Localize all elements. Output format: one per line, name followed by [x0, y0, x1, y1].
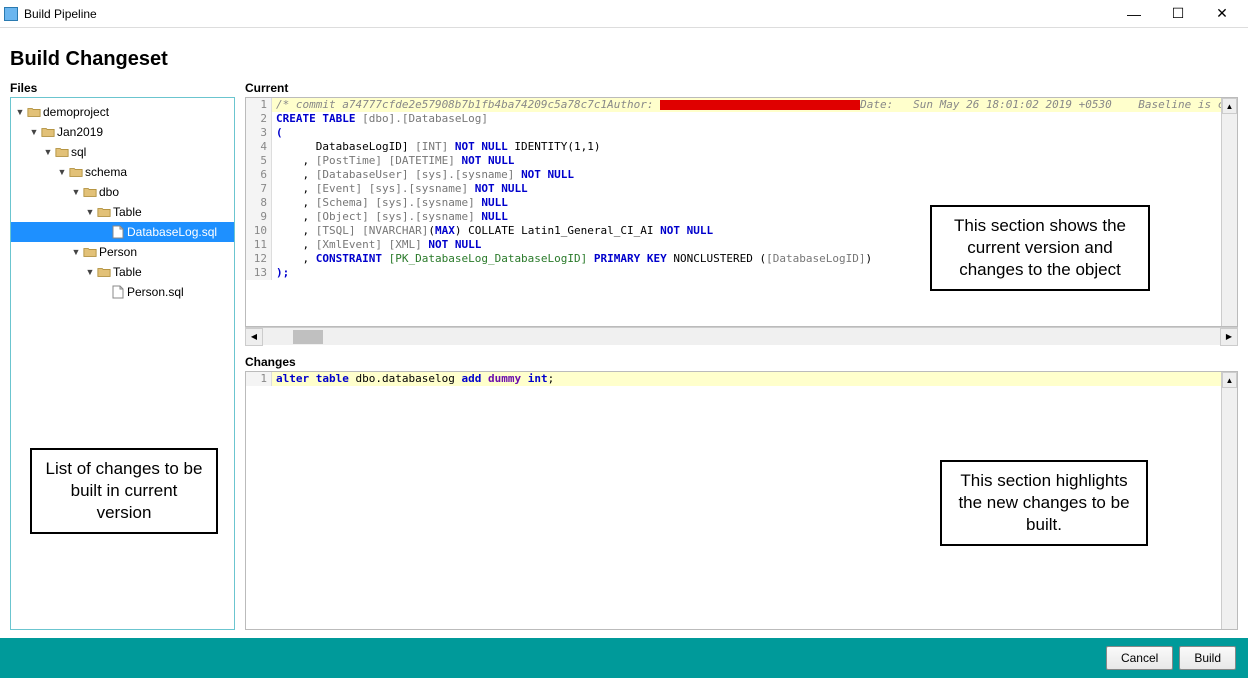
tree-folder[interactable]: ▼ Table	[11, 262, 234, 282]
folder-icon	[95, 206, 113, 218]
annotation-changes: This section highlights the new changes …	[940, 460, 1148, 546]
main-area: Files ▼ demoproject ▼ Jan2019 ▼ sql ▼ schema ▼ db…	[0, 81, 1248, 638]
current-label: Current	[245, 81, 1238, 95]
scroll-up-icon[interactable]: ▲	[1222, 98, 1237, 114]
chevron-down-icon[interactable]: ▼	[85, 207, 95, 217]
folder-icon	[81, 186, 99, 198]
current-scroll-h[interactable]: ◀ ▶	[245, 327, 1238, 345]
tree-label: dbo	[99, 185, 119, 199]
cancel-button[interactable]: Cancel	[1106, 646, 1173, 670]
tree-label: demoproject	[43, 105, 109, 119]
code-line[interactable]: CREATE TABLE [dbo].[DatabaseLog]	[272, 112, 1237, 126]
scroll-right-icon[interactable]: ▶	[1220, 328, 1238, 346]
chevron-down-icon[interactable]: ▼	[43, 147, 53, 157]
code-line[interactable]: (	[272, 126, 1237, 140]
file-icon	[109, 225, 127, 239]
chevron-down-icon[interactable]: ▼	[29, 127, 39, 137]
tree-label: Person.sql	[127, 285, 184, 299]
current-scroll-v[interactable]: ▲	[1221, 98, 1237, 326]
tree-folder[interactable]: ▼ Jan2019	[11, 122, 234, 142]
code-line[interactable]: /* commit a74777cfde2e57908b7b1fb4ba7420…	[272, 98, 1237, 112]
chevron-down-icon[interactable]: ▼	[71, 247, 81, 257]
code-line[interactable]: , [DatabaseUser] [sys].[sysname] NOT NUL…	[272, 168, 1237, 182]
code-line[interactable]: , [PostTime] [DATETIME] NOT NULL	[272, 154, 1237, 168]
tree-folder[interactable]: ▼ Table	[11, 202, 234, 222]
tree-folder[interactable]: ▼ dbo	[11, 182, 234, 202]
folder-icon	[67, 166, 85, 178]
scroll-left-icon[interactable]: ◀	[245, 328, 263, 346]
annotation-current: This section shows the current version a…	[930, 205, 1150, 291]
tree-label: Table	[113, 205, 142, 219]
changes-scroll-v[interactable]: ▲	[1221, 372, 1237, 629]
chevron-down-icon[interactable]: ▼	[85, 267, 95, 277]
tree-file[interactable]: Person.sql	[11, 282, 234, 302]
tree-label: schema	[85, 165, 127, 179]
folder-icon	[95, 266, 113, 278]
changes-gutter: 1	[246, 372, 272, 386]
app-icon	[4, 7, 18, 21]
tree-label: DatabaseLog.sql	[127, 225, 217, 239]
tree-label: Jan2019	[57, 125, 103, 139]
tree-label: sql	[71, 145, 86, 159]
chevron-down-icon[interactable]: ▼	[71, 187, 81, 197]
scroll-thumb[interactable]	[293, 330, 323, 344]
minimize-button[interactable]: —	[1112, 0, 1156, 28]
folder-icon	[81, 246, 99, 258]
code-area: Current 12345678910111213 /* commit a747…	[245, 81, 1238, 630]
tree-label: Table	[113, 265, 142, 279]
folder-icon	[39, 126, 57, 138]
tree-folder[interactable]: ▼ demoproject	[11, 102, 234, 122]
close-button[interactable]: ✕	[1200, 0, 1244, 28]
code-line[interactable]: DatabaseLogID] [INT] NOT NULL IDENTITY(1…	[272, 140, 1237, 154]
chevron-down-icon[interactable]: ▼	[57, 167, 67, 177]
files-tree[interactable]: ▼ demoproject ▼ Jan2019 ▼ sql ▼ schema ▼ dbo ▼ Tabl…	[10, 97, 235, 630]
tree-folder[interactable]: ▼ schema	[11, 162, 234, 182]
redacted-bar	[660, 100, 860, 110]
changes-body[interactable]: alter table dbo.databaselog add dummy in…	[272, 372, 1237, 386]
current-gutter: 12345678910111213	[246, 98, 272, 280]
window-titlebar: Build Pipeline — ☐ ✕	[0, 0, 1248, 28]
footer-bar: Cancel Build	[0, 638, 1248, 678]
files-panel: Files ▼ demoproject ▼ Jan2019 ▼ sql ▼ schema ▼ db…	[10, 81, 235, 630]
scroll-up-icon[interactable]: ▲	[1222, 372, 1237, 388]
build-button[interactable]: Build	[1179, 646, 1236, 670]
changes-label: Changes	[245, 355, 1238, 369]
tree-label: Person	[99, 245, 137, 259]
maximize-button[interactable]: ☐	[1156, 0, 1200, 28]
tree-folder[interactable]: ▼ Person	[11, 242, 234, 262]
folder-icon	[25, 106, 43, 118]
code-line[interactable]: alter table dbo.databaselog add dummy in…	[272, 372, 1237, 386]
window-title: Build Pipeline	[24, 7, 1112, 21]
file-icon	[109, 285, 127, 299]
annotation-left: List of changes to be built in current v…	[30, 448, 218, 534]
chevron-down-icon[interactable]: ▼	[15, 107, 25, 117]
tree-folder[interactable]: ▼ sql	[11, 142, 234, 162]
tree-file[interactable]: DatabaseLog.sql	[11, 222, 234, 242]
files-label: Files	[10, 81, 235, 95]
folder-icon	[53, 146, 71, 158]
code-line[interactable]: , [Event] [sys].[sysname] NOT NULL	[272, 182, 1237, 196]
page-heading: Build Changeset	[0, 28, 1248, 81]
